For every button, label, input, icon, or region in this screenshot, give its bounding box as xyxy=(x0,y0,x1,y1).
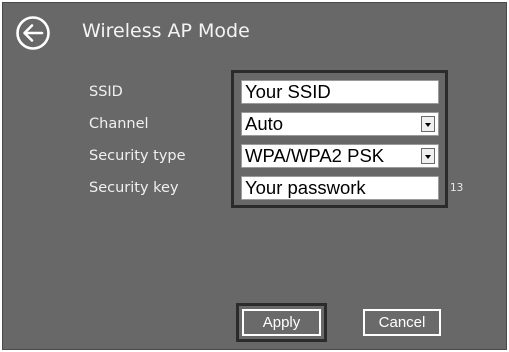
security-key-field[interactable] xyxy=(241,176,439,200)
cancel-button[interactable]: Cancel xyxy=(363,309,441,336)
channel-label: Channel xyxy=(89,116,149,132)
chevron-down-icon[interactable] xyxy=(421,116,435,132)
apply-button[interactable]: Apply xyxy=(242,309,321,336)
channel-selected-value: Auto xyxy=(245,113,284,134)
ssid-input[interactable] xyxy=(245,81,438,103)
channel-select[interactable]: Auto xyxy=(241,112,439,136)
security-type-label: Security type xyxy=(89,148,186,164)
ssid-field[interactable] xyxy=(241,80,439,104)
security-key-label: Security key xyxy=(89,180,179,196)
character-count: 13 xyxy=(450,182,464,194)
back-arrow-icon[interactable] xyxy=(15,15,51,51)
chevron-down-icon[interactable] xyxy=(421,148,435,164)
security-key-input[interactable] xyxy=(245,177,438,199)
security-type-selected-value: WPA/WPA2 PSK xyxy=(245,145,385,166)
ssid-label: SSID xyxy=(89,84,123,100)
security-type-select[interactable]: WPA/WPA2 PSK xyxy=(241,144,439,168)
page-title: Wireless AP Mode xyxy=(82,20,250,42)
wireless-ap-mode-screen: Wireless AP Mode SSID Channel Security t… xyxy=(2,2,507,350)
